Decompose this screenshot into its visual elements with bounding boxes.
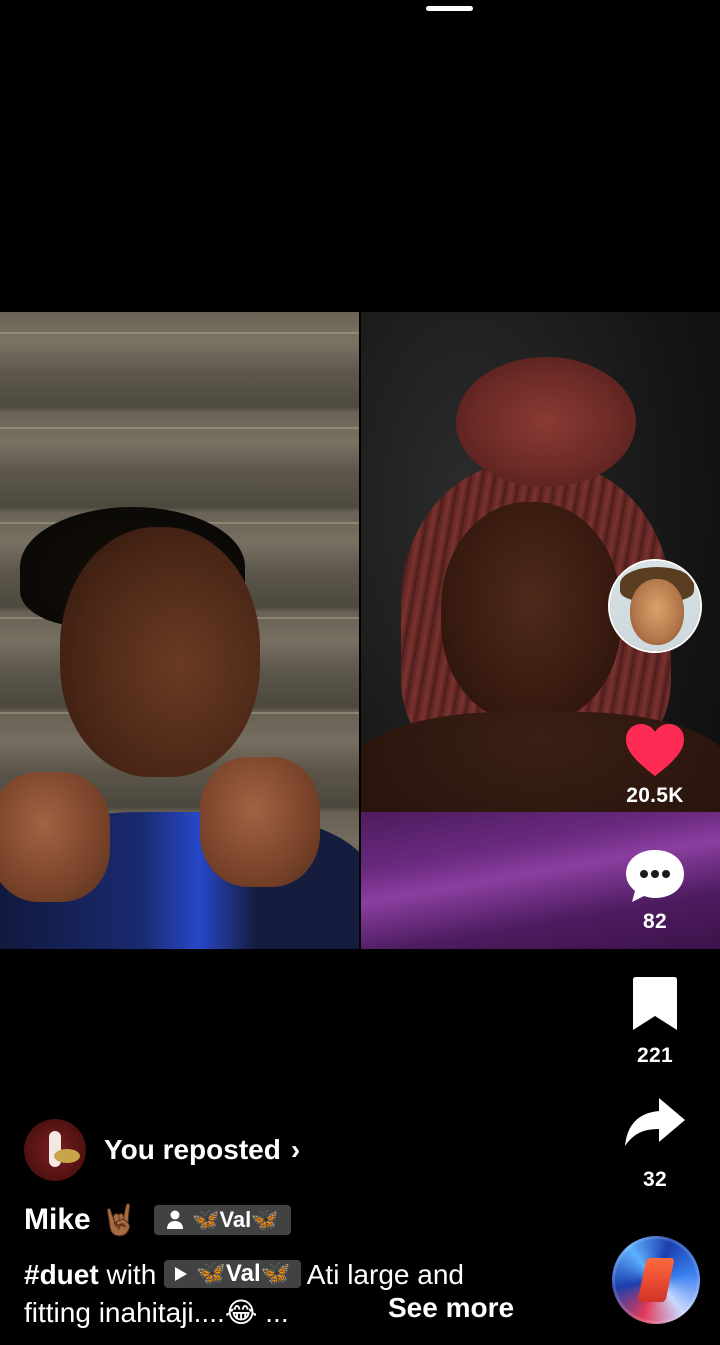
home-indicator[interactable]: [426, 6, 473, 11]
heart-icon: [626, 724, 684, 776]
friend-tag-label: 🦋Val🦋: [192, 1207, 279, 1232]
friend-tag[interactable]: 🦋Val🦋: [154, 1205, 291, 1235]
hashtag-duet[interactable]: #duet: [24, 1259, 99, 1290]
chevron-right-icon: ›: [290, 1134, 301, 1165]
share-icon: [625, 1098, 685, 1146]
author-row: Mike 🤘🏾 🦋Val🦋: [24, 1198, 291, 1242]
share-button[interactable]: 32: [610, 1096, 700, 1192]
caption-with-text: with: [98, 1259, 165, 1290]
reposter-avatar[interactable]: [24, 1119, 86, 1181]
author-name[interactable]: Mike: [24, 1203, 91, 1237]
comment-count: 82: [643, 910, 667, 933]
duet-left-video: [0, 312, 359, 949]
creator-avatar[interactable]: [608, 559, 702, 653]
caption-text-line1: Ati large and: [300, 1259, 464, 1290]
repost-label: You reposted: [104, 1134, 281, 1165]
mention-chip[interactable]: 🦋Val🦋: [164, 1260, 301, 1288]
caption-text-line2: fitting inahitaji....😂 ...: [24, 1297, 289, 1328]
play-icon: [175, 1267, 188, 1281]
comment-button[interactable]: 82: [610, 848, 700, 934]
like-button[interactable]: 20.5K: [610, 722, 700, 808]
save-button[interactable]: 221: [610, 976, 700, 1068]
see-more-button[interactable]: See more: [388, 1292, 514, 1324]
music-disc-icon[interactable]: [612, 1236, 700, 1324]
like-count: 20.5K: [626, 784, 684, 807]
repost-row[interactable]: You reposted ›: [24, 1118, 300, 1182]
user-icon: [167, 1210, 184, 1229]
save-count: 221: [637, 1044, 673, 1067]
mention-label: 🦋Val🦋: [196, 1260, 291, 1287]
share-count: 32: [643, 1168, 667, 1191]
bookmark-icon: [633, 977, 677, 1030]
comment-icon: [626, 850, 684, 902]
author-emoji: 🤘🏾: [100, 1202, 139, 1238]
